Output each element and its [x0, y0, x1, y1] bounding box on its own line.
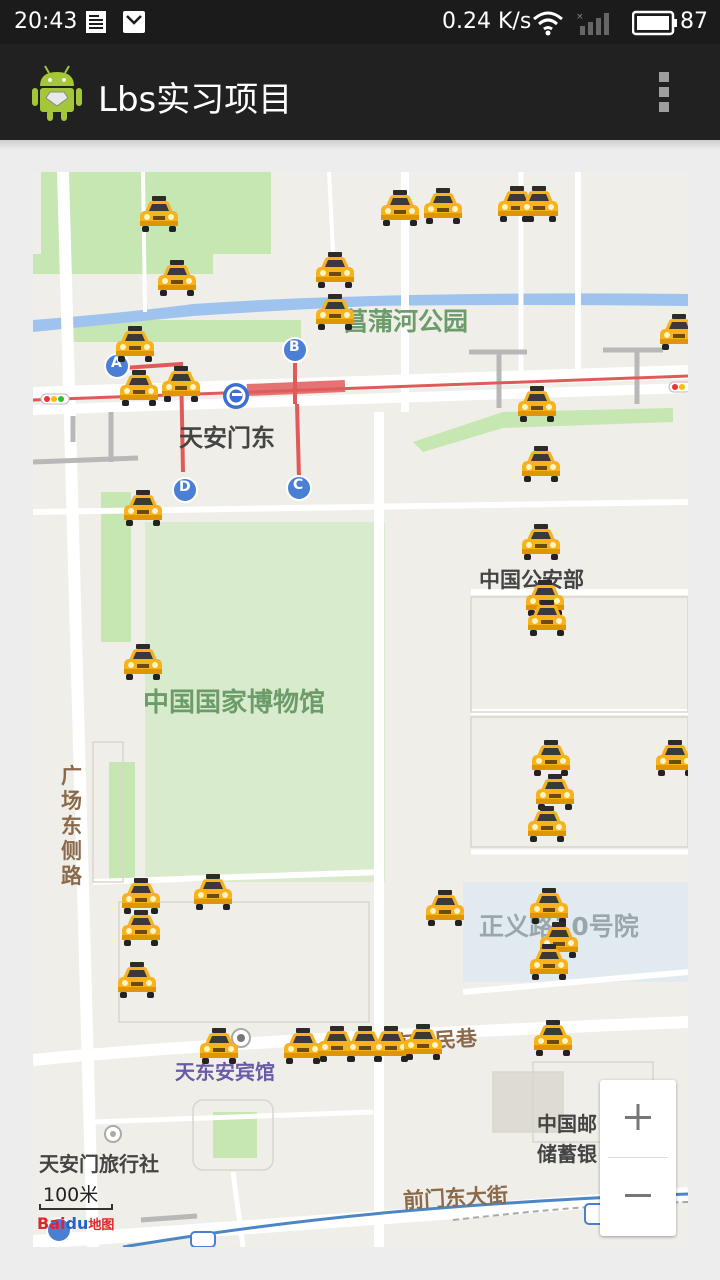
taxi-icon[interactable]	[137, 194, 181, 234]
taxi-icon[interactable]	[515, 384, 559, 424]
taxi-icon[interactable]	[531, 1018, 575, 1058]
label-museum: 中国国家博物馆	[143, 688, 326, 718]
taxi-icon[interactable]	[401, 1022, 445, 1062]
taxi-icon[interactable]	[421, 186, 465, 226]
app-title: Lbs实习项目	[98, 80, 293, 120]
zoom-in-button[interactable]	[600, 1080, 676, 1156]
plus-icon	[625, 1104, 651, 1130]
label-travel-agency: 天安门旅行社	[39, 1152, 159, 1176]
svg-text:×: ×	[576, 12, 584, 22]
taxi-icon[interactable]	[159, 364, 203, 404]
label-east-side-road: 广场东侧路	[61, 764, 82, 888]
taxi-icon[interactable]	[653, 738, 688, 778]
taxi-icon[interactable]	[119, 908, 163, 948]
taxi-icon[interactable]	[313, 292, 357, 332]
exit-c-label: C	[293, 477, 304, 493]
scale-bar	[39, 1204, 113, 1210]
status-time: 20:43	[14, 9, 78, 34]
taxi-icon[interactable]	[115, 960, 159, 1000]
exit-d-label: D	[179, 479, 191, 495]
notes-icon	[86, 11, 106, 33]
battery-level: 87	[680, 9, 708, 34]
taxi-icon[interactable]	[519, 522, 563, 562]
action-bar: Lbs实习项目	[0, 44, 720, 140]
taxi-icon[interactable]	[525, 804, 569, 844]
taxi-icon[interactable]	[197, 1026, 241, 1066]
signal-icon: ×	[576, 12, 609, 35]
battery-icon	[632, 10, 677, 36]
android-icon	[32, 65, 82, 121]
baidu-logo: Baidu地图	[37, 1214, 115, 1233]
map-view[interactable]: A B C D 菖蒲河公园 天安门东 中国公安部 中国国家博物馆 广场东侧路 正…	[33, 172, 688, 1247]
taxi-icon[interactable]	[117, 368, 161, 408]
taxi-icon[interactable]	[191, 872, 235, 912]
exit-b-label: B	[289, 339, 300, 355]
taxi-icon[interactable]	[657, 312, 688, 352]
taxi-icon[interactable]	[517, 184, 561, 224]
taxi-icon[interactable]	[423, 888, 467, 928]
zoom-controls	[600, 1080, 676, 1236]
status-bar: 20:43 0.24 K/s × 87	[0, 0, 720, 44]
label-street: 前门东大街	[402, 1183, 509, 1213]
taxi-icon[interactable]	[519, 444, 563, 484]
taxi-icon[interactable]	[525, 598, 569, 638]
wifi-icon	[533, 11, 563, 36]
taxi-icon[interactable]	[121, 642, 165, 682]
taxi-icon[interactable]	[113, 324, 157, 364]
taxi-icon[interactable]	[155, 258, 199, 298]
zoom-out-button[interactable]	[600, 1158, 676, 1234]
taxi-icon[interactable]	[121, 488, 165, 528]
label-bank-line1: 中国邮	[537, 1112, 597, 1136]
taxi-icon[interactable]	[527, 942, 571, 982]
action-bar-shadow	[0, 140, 720, 150]
taxi-icon[interactable]	[313, 250, 357, 290]
taxi-icon[interactable]	[378, 188, 422, 228]
scale-label: 100米	[43, 1184, 99, 1206]
network-speed: 0.24 K/s	[442, 9, 532, 34]
more-vert-icon[interactable]	[648, 68, 680, 116]
mail-icon	[123, 11, 145, 33]
label-park: 菖蒲河公园	[343, 307, 469, 336]
minus-icon	[625, 1194, 651, 1197]
label-station: 天安门东	[179, 424, 275, 452]
label-bank-line2: 储蓄银	[537, 1142, 597, 1166]
